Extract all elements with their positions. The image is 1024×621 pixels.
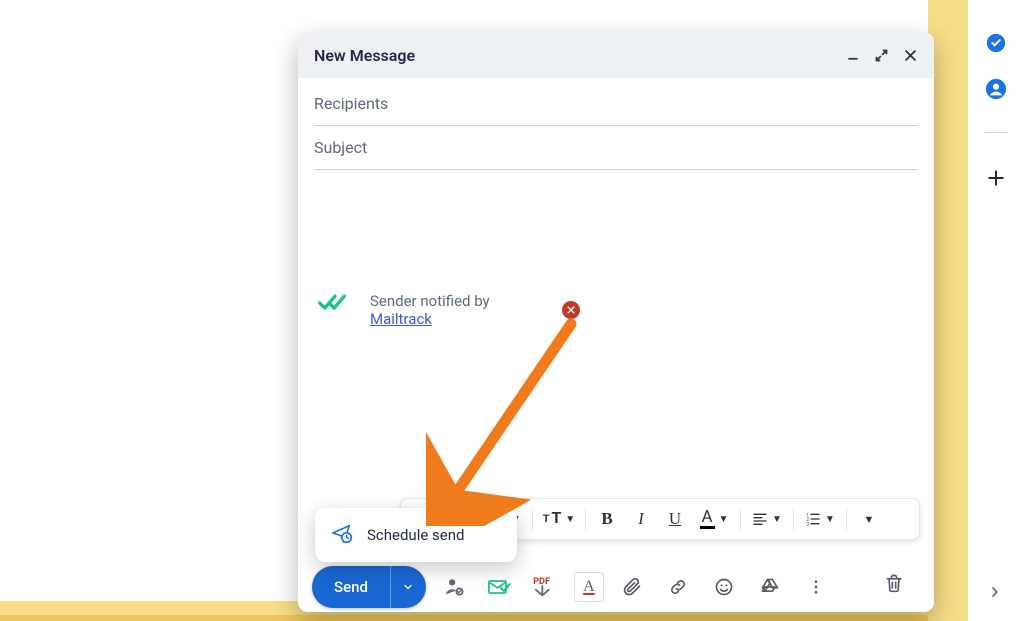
link-icon[interactable] <box>660 569 696 605</box>
attach-icon[interactable] <box>614 569 650 605</box>
subject-placeholder: Subject <box>314 138 367 157</box>
schedule-send-icon <box>331 522 353 548</box>
text-color-button[interactable]: A▼ <box>694 504 734 534</box>
pdf-icon[interactable]: PDF <box>528 569 564 605</box>
send-button[interactable]: Send <box>312 566 390 608</box>
close-icon[interactable] <box>903 48 918 63</box>
mailtrack-check-icon <box>318 292 352 318</box>
mailtrack-link[interactable]: Mailtrack <box>370 310 432 328</box>
tasks-icon[interactable] <box>985 32 1007 54</box>
emoji-icon[interactable] <box>706 569 742 605</box>
formatting-toggle-button[interactable]: A <box>574 572 604 602</box>
align-button[interactable]: ▼ <box>747 504 787 534</box>
schedule-send-item[interactable]: Schedule send <box>315 508 517 562</box>
compose-header[interactable]: New Message <box>298 32 934 78</box>
fmt-sep-3 <box>585 508 586 530</box>
recipients-placeholder: Recipients <box>314 94 388 113</box>
subject-field[interactable]: Subject <box>314 126 918 170</box>
more-actions-icon[interactable] <box>798 569 834 605</box>
compose-title: New Message <box>314 46 415 65</box>
mailtrack-prefix: Sender notified by <box>370 292 490 310</box>
recipients-field[interactable]: Recipients <box>314 82 918 126</box>
fullscreen-icon[interactable] <box>874 48 889 63</box>
add-addon-icon[interactable] <box>985 167 1007 189</box>
send-options-button[interactable] <box>390 566 426 608</box>
send-split-button: Send <box>312 566 426 608</box>
fmt-sep-4 <box>740 508 741 530</box>
bold-button[interactable]: B <box>592 504 622 534</box>
underline-button[interactable]: U <box>660 504 690 534</box>
mailtrack-dismiss-icon[interactable] <box>562 301 580 319</box>
more-formatting-button[interactable]: ▼ <box>853 504 883 534</box>
italic-button[interactable]: I <box>626 504 656 534</box>
schedule-send-label: Schedule send <box>367 526 464 544</box>
fmt-sep-6 <box>846 508 847 530</box>
compose-action-row: Send PDF A <box>312 566 834 608</box>
side-panel-divider <box>985 132 1007 133</box>
fmt-sep-5 <box>793 508 794 530</box>
svg-text:3: 3 <box>806 522 809 527</box>
mailtrack-compose-icon[interactable] <box>482 569 518 605</box>
minimize-icon[interactable] <box>846 48 860 62</box>
contacts-icon[interactable] <box>985 78 1007 100</box>
add-signature-icon[interactable] <box>436 569 472 605</box>
background-stripe-bottom-edge <box>0 615 968 621</box>
list-button[interactable]: 123▼ <box>800 504 840 534</box>
drive-icon[interactable] <box>752 569 788 605</box>
side-panel <box>968 0 1024 621</box>
mailtrack-text: Sender notified by Mailtrack <box>370 292 490 328</box>
discard-draft-icon[interactable] <box>884 572 904 598</box>
expand-sidepanel-icon[interactable] <box>984 581 1006 603</box>
font-size-button[interactable]: TT▼ <box>539 504 579 534</box>
compose-fields: Recipients Subject <box>298 78 934 170</box>
fmt-sep-2 <box>532 508 533 530</box>
mailtrack-notice: Sender notified by Mailtrack <box>318 292 580 328</box>
background-stripe-right <box>928 0 968 621</box>
